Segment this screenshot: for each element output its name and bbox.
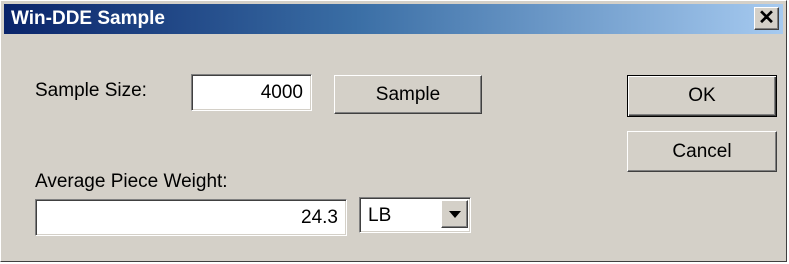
ok-button-label: OK	[688, 85, 716, 106]
average-piece-weight-value: 24.3	[301, 207, 338, 228]
sample-size-input[interactable]: 4000	[191, 74, 312, 111]
close-button[interactable]: ✕	[754, 7, 779, 30]
average-piece-weight-input[interactable]: 24.3	[35, 199, 347, 236]
ok-button[interactable]: OK	[627, 75, 777, 117]
dropdown-arrow-button[interactable]	[441, 200, 468, 228]
unit-select-value: LB	[368, 205, 392, 226]
sample-button[interactable]: Sample	[334, 75, 482, 114]
chevron-down-icon	[449, 211, 461, 218]
cancel-button[interactable]: Cancel	[627, 131, 777, 172]
sample-size-value: 4000	[260, 82, 303, 103]
window-title: Win-DDE Sample	[11, 8, 165, 29]
cancel-button-label: Cancel	[672, 140, 732, 162]
dialog-window: Win-DDE Sample ✕ Sample Size: 4000 Sampl…	[0, 0, 787, 262]
sample-button-label: Sample	[375, 83, 441, 105]
unit-select[interactable]: LB	[359, 197, 471, 233]
sample-size-label: Sample Size:	[35, 80, 147, 101]
close-icon: ✕	[758, 7, 775, 29]
average-piece-weight-label: Average Piece Weight:	[35, 171, 228, 192]
title-bar[interactable]: Win-DDE Sample ✕	[4, 4, 783, 34]
